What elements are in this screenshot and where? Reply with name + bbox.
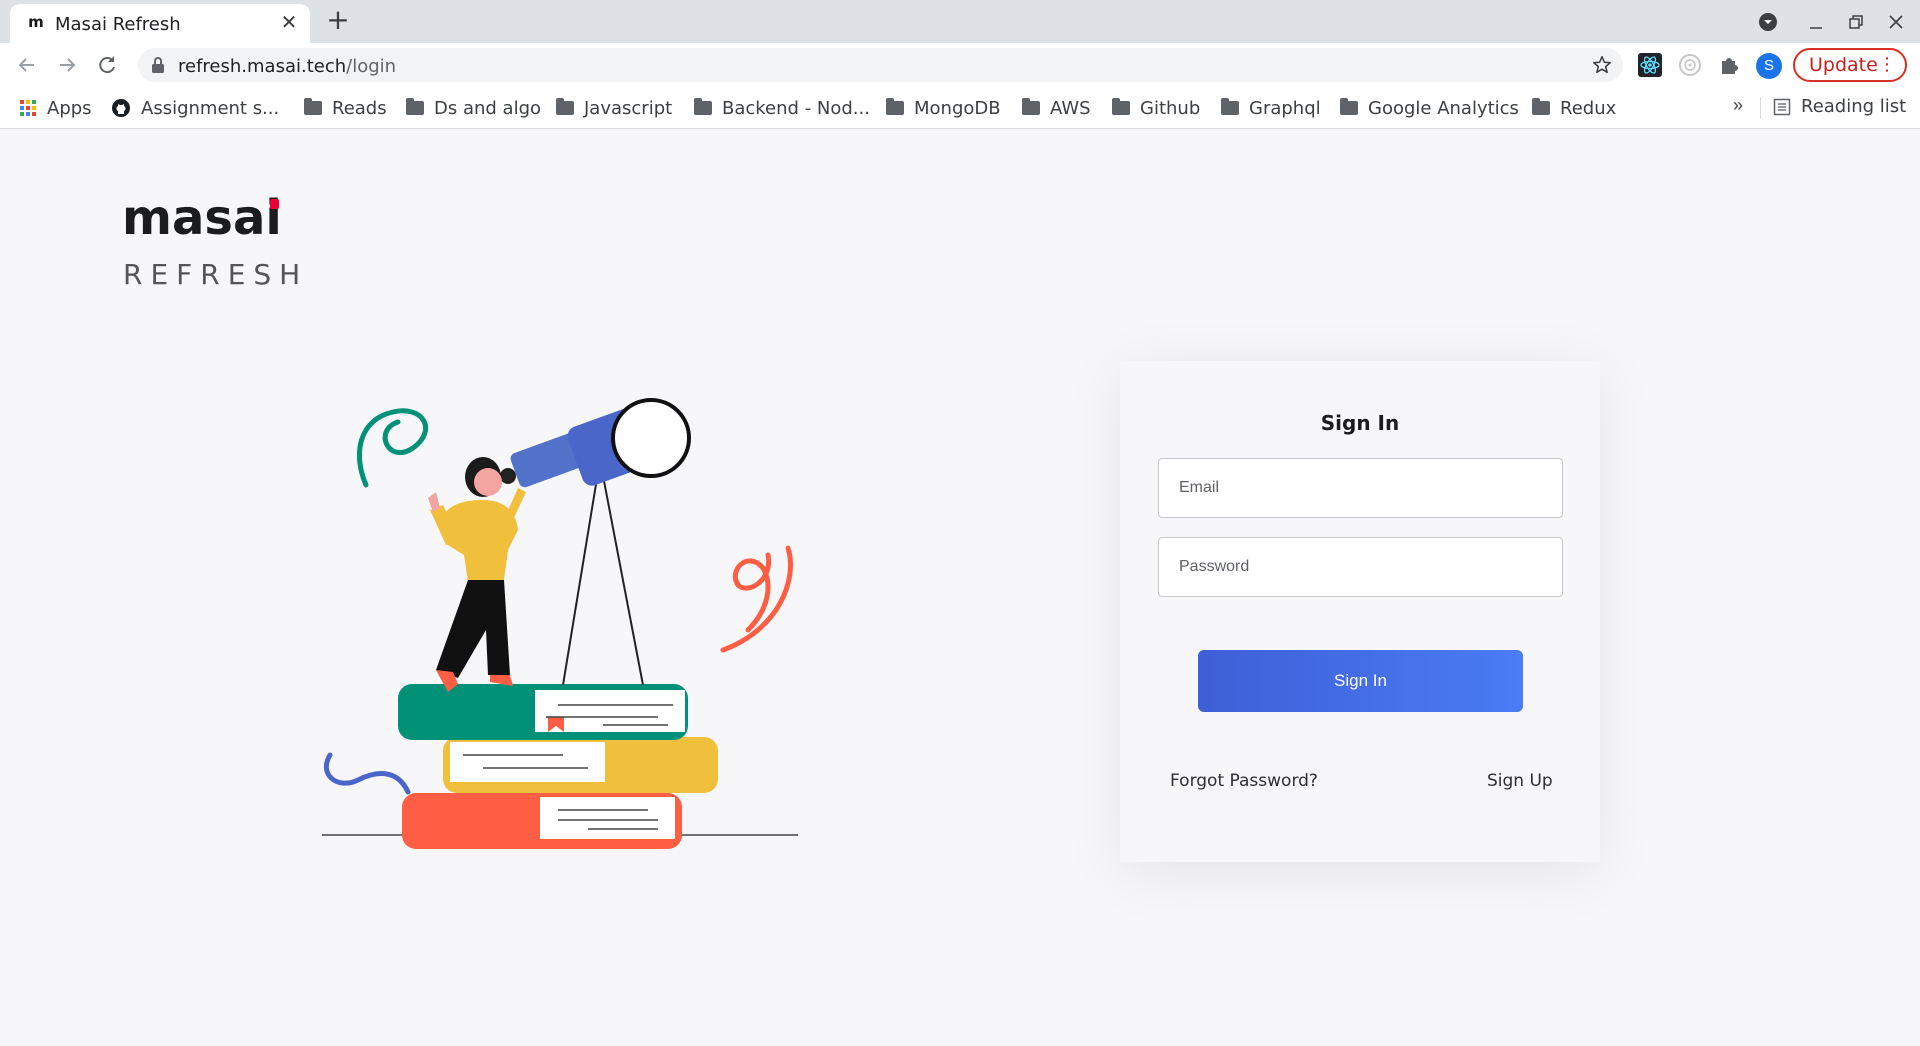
login-page: masai REFRESH Sign In Email Sign In Forg… xyxy=(0,130,1920,1046)
bookmarks-overflow-button[interactable]: » xyxy=(1733,95,1743,116)
folder-icon xyxy=(556,98,574,115)
tab-masai-refresh[interactable]: m Masai Refresh ✕ xyxy=(10,4,310,43)
close-window-icon[interactable] xyxy=(1882,8,1910,36)
folder-icon xyxy=(1340,98,1358,115)
folder-icon xyxy=(1022,98,1040,115)
react-devtools-icon[interactable] xyxy=(1637,52,1663,78)
new-tab-button[interactable]: + xyxy=(324,6,352,35)
folder-icon xyxy=(304,98,322,115)
masai-favicon-icon: m xyxy=(28,13,44,31)
browser-toolbar: refresh.masai.tech/login S Update ⋮ xyxy=(0,43,1920,87)
lock-icon[interactable] xyxy=(150,56,166,74)
bookmark-apps[interactable]: Apps xyxy=(19,96,92,120)
bookmark-folder-reads[interactable]: Reads xyxy=(304,96,387,120)
telescope-books-illustration xyxy=(322,398,798,849)
bookmark-folder-graphql[interactable]: Graphql xyxy=(1221,96,1321,120)
bookmarks-bar: Apps Assignment s... Reads Ds and algo J… xyxy=(0,87,1920,129)
logo-subtitle: REFRESH xyxy=(123,258,309,291)
bookmark-folder-javascript[interactable]: Javascript xyxy=(556,96,672,120)
restore-icon[interactable] xyxy=(1842,8,1870,36)
bookmark-star-icon[interactable] xyxy=(1591,54,1613,76)
extension-target-icon[interactable] xyxy=(1677,52,1703,78)
reload-icon[interactable] xyxy=(93,51,121,79)
folder-icon xyxy=(1112,98,1130,115)
bookmark-folder-ds-algo[interactable]: Ds and algo xyxy=(406,96,541,120)
update-button[interactable]: Update ⋮ xyxy=(1793,48,1907,82)
folder-icon xyxy=(1532,98,1550,115)
tab-title: Masai Refresh xyxy=(55,14,181,35)
bookmark-folder-backend[interactable]: Backend - Nod... xyxy=(694,96,870,120)
bookmark-folder-github[interactable]: Github xyxy=(1112,96,1200,120)
signup-link[interactable]: Sign Up xyxy=(1487,771,1553,791)
forward-icon[interactable] xyxy=(53,51,81,79)
folder-icon xyxy=(694,98,712,115)
signin-card: Sign In Sign In Forgot Password? Sign Up xyxy=(1120,361,1600,862)
bookmark-folder-mongodb[interactable]: MongoDB xyxy=(886,96,1001,120)
folder-icon xyxy=(1221,98,1239,115)
logo-accent-dot xyxy=(270,199,279,209)
forgot-password-link[interactable]: Forgot Password? xyxy=(1170,771,1318,791)
bookmark-folder-aws[interactable]: AWS xyxy=(1022,96,1091,120)
signin-button[interactable]: Sign In xyxy=(1198,650,1523,712)
tab-strip: m Masai Refresh ✕ + xyxy=(0,0,1920,43)
tab-search-icon[interactable] xyxy=(1754,8,1782,36)
folder-icon xyxy=(886,98,904,115)
back-icon[interactable] xyxy=(13,51,41,79)
more-menu-icon[interactable]: ⋮ xyxy=(1878,50,1896,80)
reading-list-button[interactable]: Reading list xyxy=(1773,96,1906,117)
email-field[interactable] xyxy=(1158,458,1563,518)
minimize-icon[interactable] xyxy=(1802,8,1830,36)
bookmark-folder-redux[interactable]: Redux xyxy=(1532,96,1616,120)
reading-list-icon xyxy=(1773,98,1791,115)
masai-logo: masai xyxy=(122,190,282,246)
address-bar[interactable]: refresh.masai.tech/login xyxy=(138,48,1623,82)
tab-close-icon[interactable]: ✕ xyxy=(278,12,300,34)
signin-title: Sign In xyxy=(1320,411,1400,435)
apps-grid-icon xyxy=(20,100,36,116)
bookmarks-divider xyxy=(1760,97,1761,119)
extensions-puzzle-icon[interactable] xyxy=(1716,52,1742,78)
github-icon xyxy=(112,99,130,117)
url-text[interactable]: refresh.masai.tech/login xyxy=(178,56,396,77)
profile-avatar[interactable]: S xyxy=(1756,53,1782,79)
bookmark-folder-google-analytics[interactable]: Google Analytics xyxy=(1340,96,1519,120)
password-field[interactable] xyxy=(1158,537,1563,597)
bookmark-assignment[interactable]: Assignment s... xyxy=(111,96,279,120)
folder-icon xyxy=(406,98,424,115)
